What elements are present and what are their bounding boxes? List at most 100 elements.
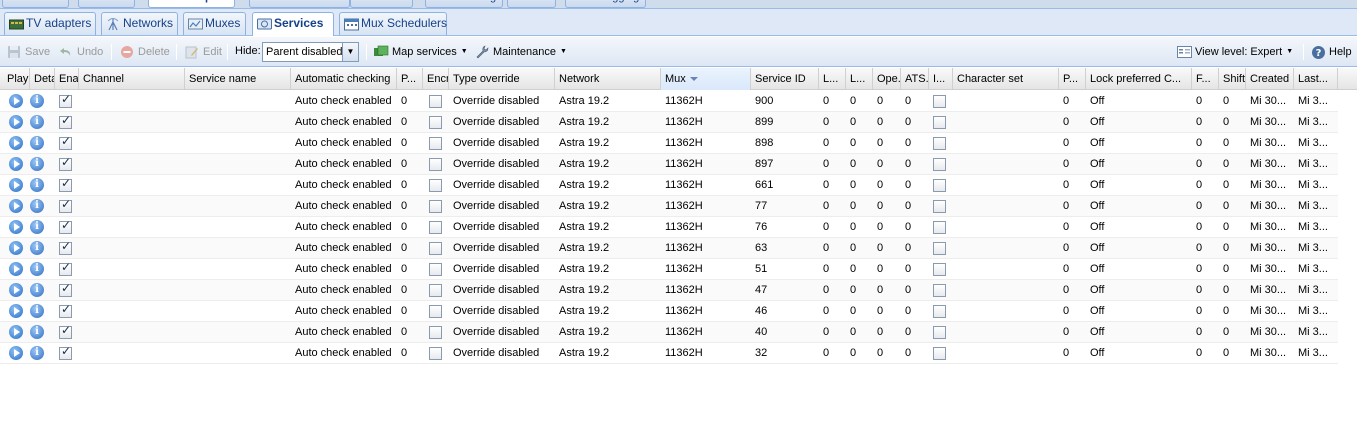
info-icon[interactable]: i [30, 178, 44, 192]
table-row[interactable]: i Auto check enabled 0 Override disabled Ast… [0, 343, 1338, 364]
table-row[interactable]: i Auto check enabled 0 Override disabled Ast… [0, 91, 1338, 112]
delete-button[interactable]: Delete [119, 43, 170, 61]
enabled-checkbox[interactable] [59, 155, 72, 171]
table-row[interactable]: i Auto check enabled 0 Override disabled Ast… [0, 238, 1338, 259]
table-row[interactable]: i Auto check enabled 0 Override disabled Ast… [0, 112, 1338, 133]
edit-button[interactable]: Edit [184, 43, 222, 61]
encrypted-checkbox[interactable] [429, 263, 442, 276]
encrypted-checkbox[interactable] [429, 284, 442, 297]
ignore-checkbox[interactable] [933, 242, 946, 255]
column-header-network[interactable]: Network [555, 68, 661, 90]
ignore-checkbox[interactable] [933, 284, 946, 297]
encrypted-checkbox[interactable] [429, 242, 442, 255]
main-tab-users[interactable]: Users [78, 0, 135, 8]
play-icon[interactable] [9, 136, 23, 150]
tab-muxes[interactable]: Muxes [183, 12, 246, 35]
encrypted-checkbox[interactable] [429, 158, 442, 171]
play-icon[interactable] [9, 325, 23, 339]
table-row[interactable]: i Auto check enabled 0 Override disabled Ast… [0, 154, 1338, 175]
table-row[interactable]: i Auto check enabled 0 Override disabled Ast… [0, 301, 1338, 322]
encrypted-checkbox[interactable] [429, 179, 442, 192]
tab-services[interactable]: Services [252, 12, 334, 36]
info-icon[interactable]: i [30, 346, 44, 360]
undo-button[interactable]: Undo [58, 43, 103, 61]
column-header-ope[interactable]: Ope... [873, 68, 901, 90]
enabled-checkbox[interactable] [59, 281, 72, 297]
column-header-details[interactable]: Details [30, 68, 55, 90]
table-row[interactable]: i Auto check enabled 0 Override disabled Ast… [0, 280, 1338, 301]
table-row[interactable]: i Auto check enabled 0 Override disabled Ast… [0, 322, 1338, 343]
column-header-type-override[interactable]: Type override [449, 68, 555, 90]
enabled-checkbox[interactable] [59, 239, 72, 255]
column-header-lock-preferred-c[interactable]: Lock preferred C... [1086, 68, 1192, 90]
table-row[interactable]: i Auto check enabled 0 Override disabled Ast… [0, 133, 1338, 154]
info-icon[interactable]: i [30, 241, 44, 255]
main-tab-stream[interactable]: Stream [350, 0, 414, 8]
table-row[interactable]: i Auto check enabled 0 Override disabled Ast… [0, 196, 1338, 217]
column-header-ats[interactable]: ATS... [901, 68, 929, 90]
table-row[interactable]: i Auto check enabled 0 Override disabled Ast… [0, 217, 1338, 238]
column-header-play[interactable]: Play [3, 68, 30, 90]
enabled-checkbox[interactable] [59, 92, 72, 108]
column-header-f[interactable]: F... [1192, 68, 1219, 90]
enabled-checkbox[interactable] [59, 344, 72, 360]
info-icon[interactable]: i [30, 136, 44, 150]
play-icon[interactable] [9, 283, 23, 297]
info-icon[interactable]: i [30, 304, 44, 318]
info-icon[interactable]: i [30, 220, 44, 234]
tab-mux-schedulers[interactable]: Mux Schedulers [339, 12, 447, 35]
encrypted-checkbox[interactable] [429, 305, 442, 318]
ignore-checkbox[interactable] [933, 221, 946, 234]
encrypted-checkbox[interactable] [429, 116, 442, 129]
play-icon[interactable] [9, 346, 23, 360]
main-tab-recording[interactable]: Recording [425, 0, 504, 8]
enabled-checkbox[interactable] [59, 260, 72, 276]
play-icon[interactable] [9, 220, 23, 234]
main-tab-debugging[interactable]: Debugging [565, 0, 647, 8]
ignore-checkbox[interactable] [933, 116, 946, 129]
ignore-checkbox[interactable] [933, 158, 946, 171]
encrypted-checkbox[interactable] [429, 347, 442, 360]
column-header-service-id[interactable]: Service ID [751, 68, 819, 90]
column-header-mux[interactable]: Mux [661, 68, 751, 90]
ignore-checkbox[interactable] [933, 263, 946, 276]
play-icon[interactable] [9, 199, 23, 213]
column-header-automatic-checking[interactable]: Automatic checking [291, 68, 397, 90]
play-icon[interactable] [9, 241, 23, 255]
encrypted-checkbox[interactable] [429, 200, 442, 213]
play-icon[interactable] [9, 304, 23, 318]
info-icon[interactable]: i [30, 283, 44, 297]
enabled-checkbox[interactable] [59, 176, 72, 192]
hide-filter-select[interactable]: Parent disabled ▼ [262, 42, 359, 62]
column-header-channel[interactable]: Channel [79, 68, 185, 90]
info-icon[interactable]: i [30, 325, 44, 339]
ignore-checkbox[interactable] [933, 200, 946, 213]
column-header-character-set[interactable]: Character set [953, 68, 1059, 90]
info-icon[interactable]: i [30, 199, 44, 213]
main-tab-cas[interactable]: CAs [507, 0, 556, 8]
tab-tv-adapters[interactable]: TV adapters [4, 12, 96, 35]
enabled-checkbox[interactable] [59, 323, 72, 339]
ignore-checkbox[interactable] [933, 137, 946, 150]
column-header-i[interactable]: I... [929, 68, 953, 90]
info-icon[interactable]: i [30, 157, 44, 171]
play-icon[interactable] [9, 94, 23, 108]
info-icon[interactable]: i [30, 262, 44, 276]
enabled-checkbox[interactable] [59, 218, 72, 234]
column-header-p[interactable]: P... [397, 68, 423, 90]
ignore-checkbox[interactable] [933, 347, 946, 360]
main-tab-dvb-inputs[interactable]: DVB Inputs [148, 0, 236, 8]
column-header-service-name[interactable]: Service name [185, 68, 291, 90]
main-tab-channel-epg[interactable]: Channel / EPG [249, 0, 351, 8]
chevron-down-icon[interactable]: ▼ [342, 43, 358, 61]
info-icon[interactable]: i [30, 115, 44, 129]
tab-networks[interactable]: Networks [101, 12, 178, 35]
encrypted-checkbox[interactable] [429, 137, 442, 150]
map-services-button[interactable]: Map services ▼ [373, 43, 468, 61]
column-header-enabled[interactable]: Enabled [55, 68, 79, 90]
ignore-checkbox[interactable] [933, 326, 946, 339]
play-icon[interactable] [9, 262, 23, 276]
ignore-checkbox[interactable] [933, 179, 946, 192]
enabled-checkbox[interactable] [59, 197, 72, 213]
info-icon[interactable]: i [30, 94, 44, 108]
